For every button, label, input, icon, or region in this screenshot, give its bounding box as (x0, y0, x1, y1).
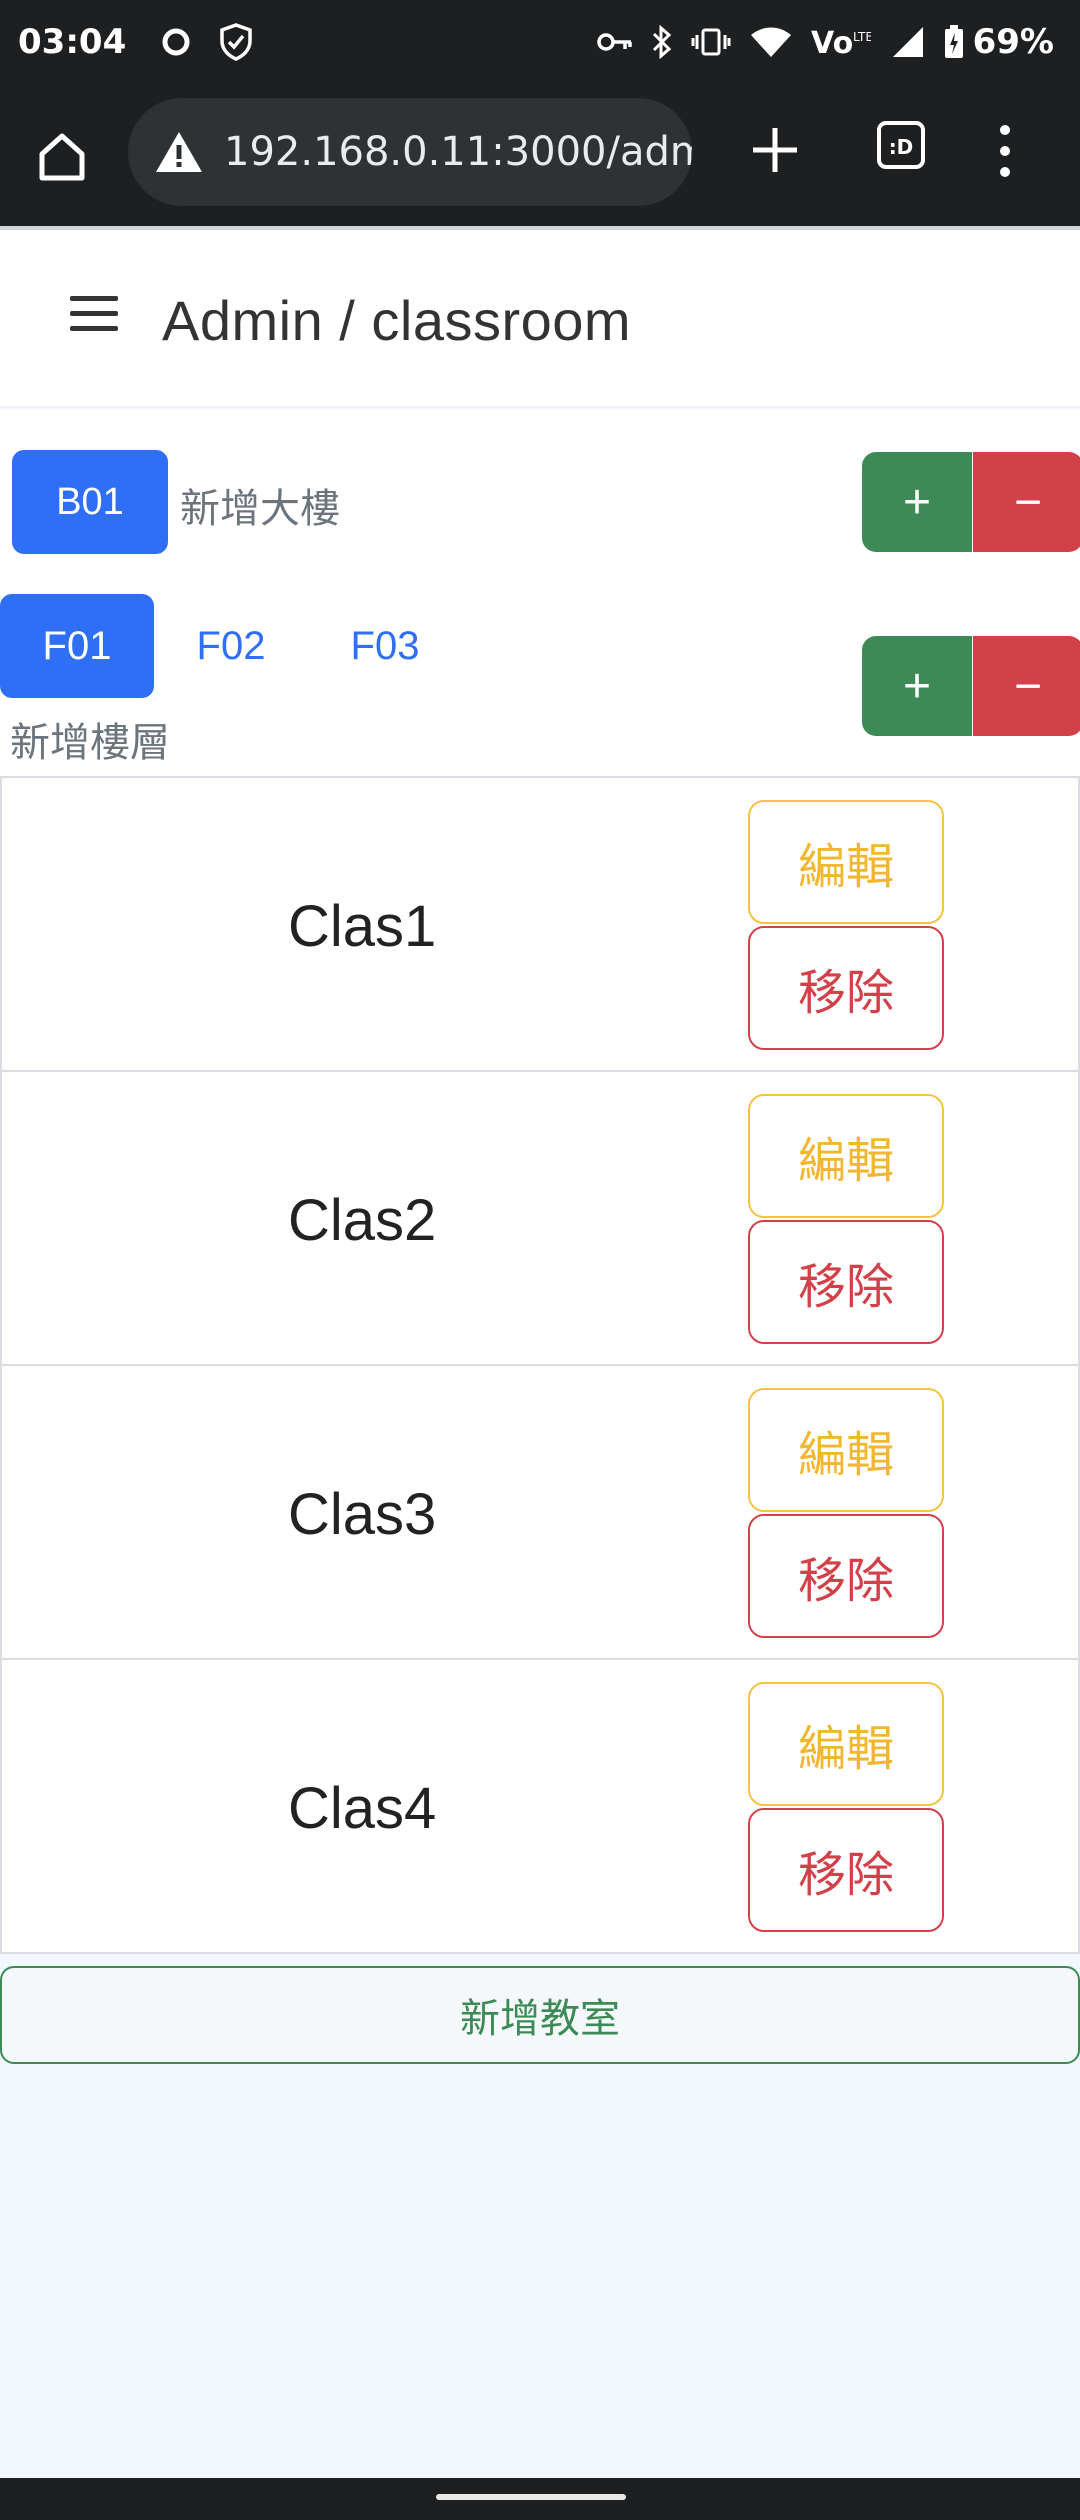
menu-icon[interactable] (70, 296, 118, 336)
edit-button[interactable]: 編輯 (748, 1682, 944, 1806)
gesture-handle[interactable] (436, 2494, 626, 2500)
add-building-input[interactable]: 新增大樓 (180, 476, 340, 534)
wifi-icon (749, 25, 793, 59)
warning-icon[interactable] (154, 129, 204, 175)
remove-button[interactable]: 移除 (748, 926, 944, 1050)
classroom-row: Clas1 編輯 移除 (0, 776, 1080, 1072)
app-header: Admin / classroom (0, 226, 1080, 408)
classroom-row: Clas3 編輯 移除 (0, 1364, 1080, 1660)
add-building-button[interactable]: + (862, 452, 972, 552)
system-nav-bar (0, 2478, 1080, 2520)
home-icon[interactable] (30, 124, 94, 188)
building-row: B01 新增大樓 + − (0, 410, 1080, 596)
signal-icon (889, 25, 925, 59)
edit-button[interactable]: 編輯 (748, 1094, 944, 1218)
add-floor-button[interactable]: + (862, 636, 972, 736)
volte-icon: Vo LTE (811, 25, 871, 59)
classroom-name: Clas2 (288, 1187, 437, 1253)
battery-icon (943, 24, 965, 60)
floor-tab-f03[interactable]: F03 (308, 594, 462, 698)
classroom-list: Clas1 編輯 移除 Clas2 編輯 移除 Clas3 編輯 移除 Clas… (0, 776, 1080, 1954)
remove-button[interactable]: 移除 (748, 1514, 944, 1638)
shield-check-icon (216, 22, 256, 62)
vibrate-icon (691, 27, 731, 57)
remove-button[interactable]: 移除 (748, 1808, 944, 1932)
new-tab-plus-icon[interactable] (745, 120, 805, 180)
page-title: Admin / classroom (162, 289, 632, 352)
url-text[interactable]: 192.168.0.11:3000/admin/classroom (224, 129, 692, 175)
bluetooth-icon (651, 25, 673, 59)
browser-toolbar: 192.168.0.11:3000/admin/classroom :D (0, 84, 1080, 226)
svg-text:LTE: LTE (853, 30, 871, 44)
circle-icon (156, 22, 196, 62)
edit-button[interactable]: 編輯 (748, 800, 944, 924)
classroom-name: Clas4 (288, 1775, 437, 1841)
add-classroom-button[interactable]: 新增教室 (0, 1966, 1080, 2064)
more-vert-icon[interactable] (990, 116, 1020, 186)
floor-tab-f02[interactable]: F02 (154, 594, 308, 698)
building-tab-b01[interactable]: B01 (12, 450, 168, 554)
svg-text:Vo: Vo (811, 26, 853, 59)
classroom-name: Clas3 (288, 1481, 437, 1547)
remove-button[interactable]: 移除 (748, 1220, 944, 1344)
classroom-name: Clas1 (288, 893, 437, 959)
status-bar: 03:04 Vo LTE 69% (0, 0, 1080, 84)
floor-tab-f01[interactable]: F01 (0, 594, 154, 698)
classroom-row: Clas4 編輯 移除 (0, 1658, 1080, 1954)
add-floor-input[interactable]: 新增樓層 (10, 710, 170, 768)
classroom-row: Clas2 編輯 移除 (0, 1070, 1080, 1366)
remove-building-button[interactable]: − (973, 452, 1080, 552)
floor-row: F01 F02 F03 新增樓層 + − (0, 594, 1080, 776)
key-icon (596, 31, 633, 53)
edit-button[interactable]: 編輯 (748, 1388, 944, 1512)
tab-switcher-icon[interactable]: :D (876, 120, 926, 170)
address-bar[interactable]: 192.168.0.11:3000/admin/classroom (128, 98, 692, 206)
tab-switcher-label: :D (889, 135, 914, 159)
status-time: 03:04 (18, 22, 127, 62)
battery-percent: 69% (972, 22, 1054, 62)
remove-floor-button[interactable]: − (973, 636, 1080, 736)
